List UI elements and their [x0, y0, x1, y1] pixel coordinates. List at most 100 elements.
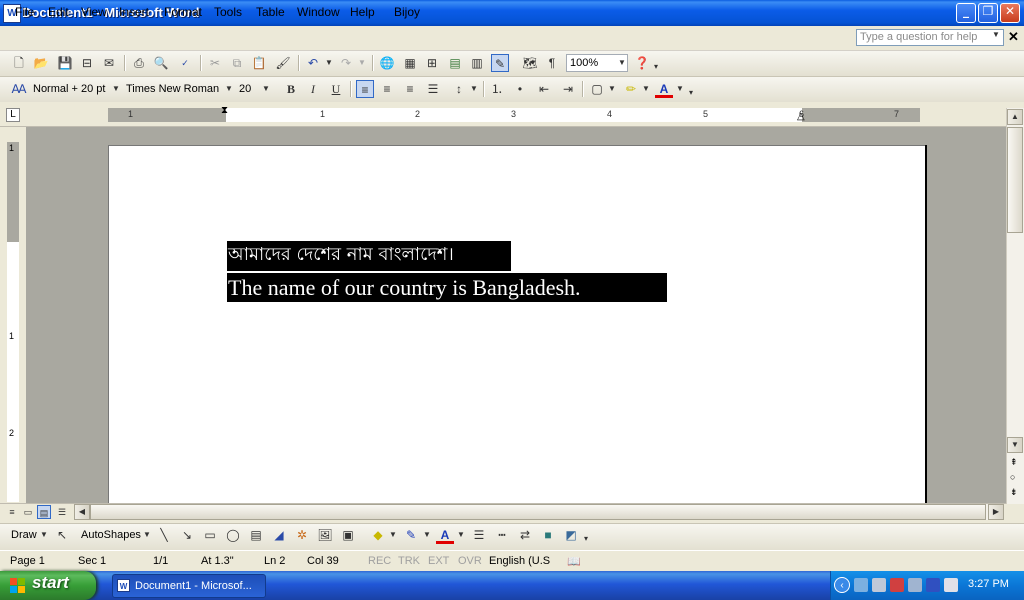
rectangle-tool-icon[interactable]: ▭ — [201, 526, 219, 544]
status-rec[interactable]: REC — [368, 555, 391, 567]
right-indent-icon[interactable]: △ — [797, 111, 805, 122]
highlight-dropdown-icon[interactable]: ▼ — [642, 80, 650, 98]
menu-file[interactable]: File — [15, 5, 34, 19]
numbering-icon[interactable]: ⒈ — [488, 80, 506, 98]
style-select[interactable]: Normal + 20 pt — [33, 80, 113, 98]
font-size-dropdown-icon[interactable]: ▼ — [262, 80, 270, 98]
line-spacing-icon[interactable]: ↕ — [450, 80, 468, 98]
menu-table[interactable]: Table — [256, 5, 285, 19]
tab-selector[interactable]: L — [6, 108, 20, 122]
indent-marker-icon[interactable]: ⧗ — [221, 105, 228, 116]
drawing-toggle-icon[interactable]: ✎ — [491, 54, 509, 72]
input-icon[interactable] — [908, 578, 922, 592]
document-line-bangla[interactable]: আমাদের দেশের নাম বাংলাদেশ। — [227, 241, 511, 271]
print-layout-icon[interactable]: ▤ — [37, 505, 51, 519]
decrease-indent-icon[interactable]: ⇤ — [535, 80, 553, 98]
bold-button[interactable]: B — [282, 80, 300, 98]
style-dropdown-icon[interactable]: ▼ — [112, 80, 120, 98]
insert-table-icon[interactable]: ⊞ — [423, 54, 441, 72]
menu-view[interactable]: View — [81, 5, 107, 19]
spelling-status-icon[interactable]: 📖 — [567, 555, 581, 568]
font-size-select[interactable]: 20 — [239, 80, 263, 98]
align-left-icon[interactable]: ≡ — [356, 80, 374, 98]
print-preview-icon[interactable]: 🔍 — [152, 54, 170, 72]
help-question-input[interactable]: Type a question for help — [856, 29, 1004, 46]
bullets-icon[interactable]: • — [511, 80, 529, 98]
font-select[interactable]: Times New Roman — [126, 80, 226, 98]
scroll-up-icon[interactable]: ▲ — [1007, 109, 1023, 125]
fill-color-dropdown-icon[interactable]: ▼ — [389, 526, 397, 544]
text-box-icon[interactable]: ▤ — [247, 526, 265, 544]
menu-edit[interactable]: Edit — [48, 5, 69, 19]
draw-dropdown-icon[interactable]: ▼ — [40, 526, 48, 544]
oval-tool-icon[interactable]: ◯ — [224, 526, 242, 544]
dash-style-icon[interactable]: ┅ — [493, 526, 511, 544]
status-ovr[interactable]: OVR — [458, 555, 482, 567]
zoom-dropdown-icon[interactable]: ▼ — [618, 54, 626, 72]
menu-window[interactable]: Window — [297, 5, 340, 19]
display-icon[interactable] — [872, 578, 886, 592]
tables-borders-icon[interactable]: ▦ — [401, 54, 419, 72]
network-icon[interactable] — [854, 578, 868, 592]
show-hide-icon[interactable]: ¶ — [543, 54, 561, 72]
menu-insert[interactable]: Insert — [119, 5, 149, 19]
3d-style-icon[interactable]: ◩ — [562, 526, 580, 544]
line-style-icon[interactable]: ☰ — [470, 526, 488, 544]
styles-pane-icon[interactable]: Ꜳ — [10, 80, 28, 98]
select-browse-object-icon[interactable]: ○ — [1010, 472, 1015, 482]
arrow-style-icon[interactable]: ⇄ — [516, 526, 534, 544]
select-objects-icon[interactable]: ↖ — [53, 526, 71, 544]
draw-font-color-dropdown-icon[interactable]: ▼ — [457, 526, 465, 544]
email-icon[interactable]: ✉ — [100, 54, 118, 72]
scroll-right-icon[interactable]: ▶ — [988, 504, 1004, 520]
shadow-style-icon[interactable]: ■ — [539, 526, 557, 544]
status-trk[interactable]: TRK — [398, 555, 420, 567]
document-map-icon[interactable]: 🗺 — [521, 54, 539, 72]
status-ext[interactable]: EXT — [428, 555, 449, 567]
redo-dropdown-icon[interactable]: ▼ — [358, 54, 366, 72]
permission-icon[interactable]: ⊟ — [78, 54, 96, 72]
highlight-icon[interactable]: ✏ — [622, 80, 640, 98]
new-document-icon[interactable]: 🗋 — [10, 54, 28, 72]
draw-font-color-button[interactable]: A — [436, 526, 454, 544]
autoshapes-menu[interactable]: AutoShapes — [81, 529, 141, 541]
taskbar-word-button[interactable]: Document1 - Microsof... — [112, 574, 266, 598]
borders-icon[interactable]: ▢ — [588, 80, 606, 98]
wordart-icon[interactable]: ◢ — [270, 526, 288, 544]
paste-icon[interactable]: 📋 — [250, 54, 268, 72]
columns-icon[interactable]: ▥ — [468, 54, 486, 72]
spelling-icon[interactable]: ✓ — [176, 54, 194, 72]
restore-button[interactable]: ❐ — [978, 3, 998, 23]
antivirus-icon[interactable] — [926, 578, 940, 592]
line-color-icon[interactable]: ✎ — [402, 526, 420, 544]
document-page[interactable] — [108, 145, 925, 506]
draw-menu[interactable]: Draw — [11, 529, 37, 541]
outline-view-icon[interactable]: ☰ — [55, 505, 69, 519]
help-dropdown-icon[interactable]: ▼ — [992, 30, 1000, 39]
security-icon[interactable] — [890, 578, 904, 592]
font-dropdown-icon[interactable]: ▼ — [225, 80, 233, 98]
align-right-icon[interactable]: ≡ — [401, 80, 419, 98]
minimize-button[interactable]: _ — [956, 3, 976, 23]
fill-color-icon[interactable]: ◆ — [369, 526, 387, 544]
font-color-dropdown-icon[interactable]: ▼ — [676, 80, 684, 98]
menu-bijoy[interactable]: Bijoy — [394, 5, 420, 19]
clock[interactable]: 3:27 PM — [968, 578, 1009, 590]
copy-icon[interactable]: ⧉ — [228, 54, 246, 72]
clip-art-icon[interactable]: 🖼 — [316, 526, 334, 544]
arrow-tool-icon[interactable]: ↘ — [178, 526, 196, 544]
web-layout-icon[interactable]: ▭ — [21, 505, 35, 519]
toolbar-options-icon[interactable]: ▾ — [654, 58, 658, 76]
diagram-icon[interactable]: ✲ — [293, 526, 311, 544]
menu-format[interactable]: Format — [164, 5, 202, 19]
document-line-english[interactable]: The name of our country is Bangladesh. — [227, 273, 667, 302]
drawing-options-icon[interactable]: ▾ — [584, 530, 588, 548]
scroll-down-icon[interactable]: ▼ — [1007, 437, 1023, 453]
scroll-left-icon[interactable]: ◀ — [74, 504, 90, 520]
print-icon[interactable]: ⎙ — [130, 54, 148, 72]
autoshapes-dropdown-icon[interactable]: ▼ — [143, 526, 151, 544]
vertical-scroll-thumb[interactable] — [1007, 127, 1023, 233]
horizontal-scroll-thumb[interactable] — [90, 504, 986, 520]
line-color-dropdown-icon[interactable]: ▼ — [423, 526, 431, 544]
line-spacing-dropdown-icon[interactable]: ▼ — [470, 80, 478, 98]
